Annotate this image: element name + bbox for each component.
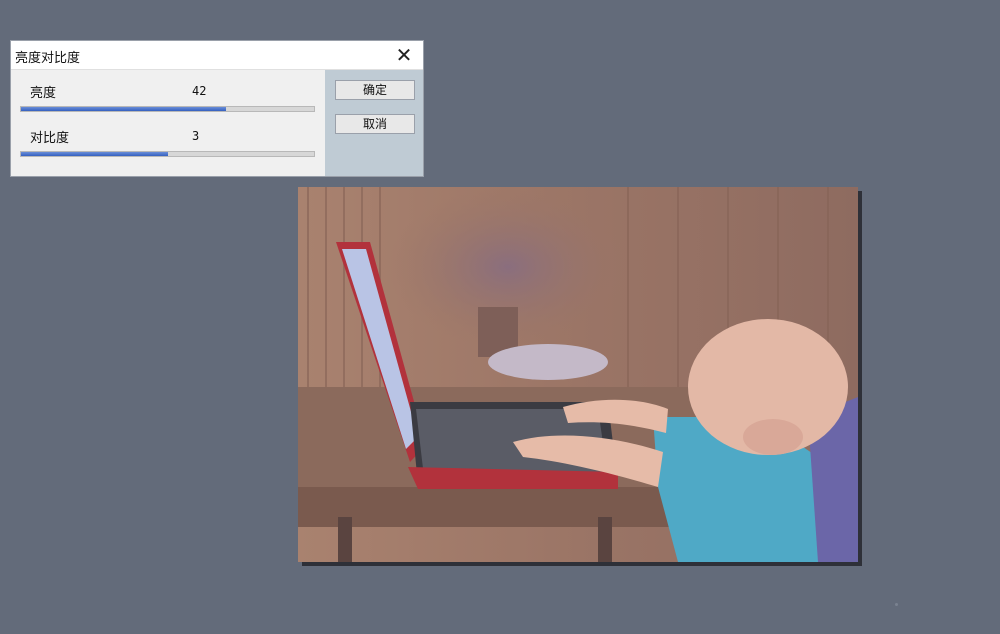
baby-laptop-photo (298, 187, 858, 562)
dialog-titlebar[interactable]: 亮度对比度 ✕ (11, 41, 423, 70)
slider-panel: 亮度 42 对比度 3 (11, 70, 325, 176)
ok-button[interactable]: 确定 (335, 80, 415, 100)
close-icon[interactable]: ✕ (391, 43, 417, 67)
brightness-contrast-dialog: 亮度对比度 ✕ 亮度 42 对比度 3 确定 取消 (10, 40, 424, 177)
watermark-dot (895, 603, 898, 606)
contrast-label: 对比度 (30, 131, 70, 146)
brightness-slider[interactable] (20, 106, 315, 112)
brightness-slider-fill (21, 107, 227, 111)
contrast-value: 3 (192, 129, 200, 143)
cancel-button[interactable]: 取消 (335, 114, 415, 134)
brightness-value: 42 (192, 84, 207, 98)
contrast-slider[interactable] (20, 151, 315, 157)
brightness-label: 亮度 (30, 86, 57, 101)
contrast-slider-fill (21, 152, 168, 156)
dialog-title: 亮度对比度 (15, 51, 81, 66)
button-panel: 确定 取消 (325, 70, 423, 176)
photo-canvas[interactable] (298, 187, 858, 562)
